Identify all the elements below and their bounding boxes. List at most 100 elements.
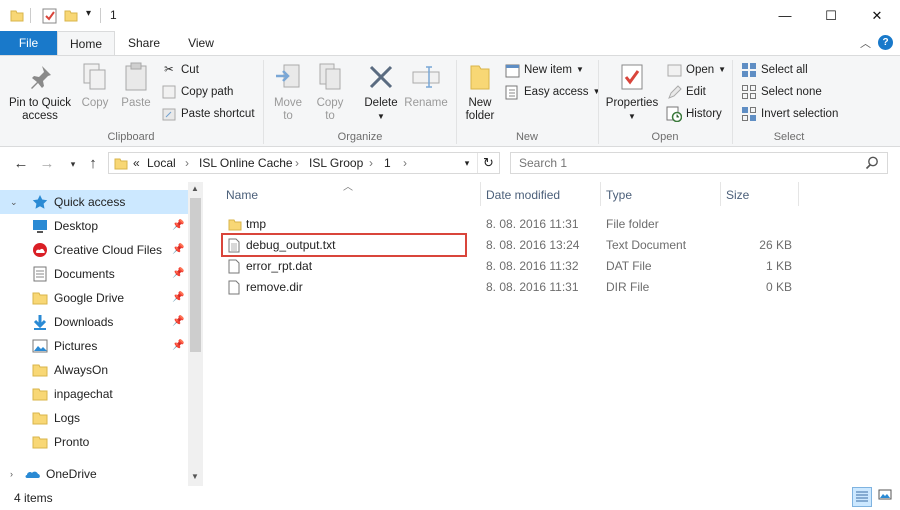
copy-path-button[interactable]: Copy path <box>160 82 233 102</box>
help-icon[interactable]: ? <box>878 35 893 50</box>
sidebar-item-documents[interactable]: Documents 📌 <box>0 262 188 286</box>
cut-button[interactable]: ✂ Cut <box>160 60 199 80</box>
paste-label: Paste <box>121 97 151 109</box>
search-input[interactable] <box>517 155 847 171</box>
up-icon[interactable]: ↑ <box>82 154 104 174</box>
pin-icon[interactable]: 📌 <box>172 286 184 310</box>
chevron-up-icon[interactable]: ︿ <box>860 35 871 51</box>
new-folder-icon[interactable] <box>64 8 78 25</box>
breadcrumb-separator[interactable]: › <box>295 156 299 170</box>
sidebar-scrollbar[interactable]: ▲ ▼ <box>188 182 203 486</box>
breadcrumb-separator[interactable]: › <box>403 156 407 170</box>
properties-button[interactable]: Properties ▼ <box>602 60 662 123</box>
maximize-button[interactable]: ☐ <box>808 0 854 31</box>
pin-icon[interactable]: 📌 <box>172 310 184 334</box>
breadcrumb[interactable]: ISL Online Cache <box>199 156 293 170</box>
breadcrumb[interactable]: 1 <box>384 156 391 170</box>
pin-icon[interactable]: 📌 <box>172 334 184 358</box>
new-item-button[interactable]: New item ▼ <box>503 60 584 80</box>
pin-icon[interactable]: 📌 <box>172 238 184 262</box>
chevron-right-icon[interactable]: › <box>10 462 13 486</box>
customize-toolbar-icon[interactable]: ▾ <box>86 8 91 19</box>
breadcrumb[interactable]: ISL Groop <box>309 156 363 170</box>
breadcrumb-separator[interactable]: › <box>185 156 189 170</box>
scroll-down-icon[interactable]: ▼ <box>191 472 199 481</box>
file-row[interactable]: remove.dir 8. 08. 2016 11:31 DIR File 0 … <box>222 277 822 298</box>
close-button[interactable]: ✕ <box>854 0 900 31</box>
sidebar-item-logs[interactable]: Logs <box>0 406 188 430</box>
select-none-button[interactable]: Select none <box>740 82 822 102</box>
sidebar-item-downloads[interactable]: Downloads 📌 <box>0 310 188 334</box>
back-icon[interactable]: ← <box>10 154 32 174</box>
sort-ascending-icon: ︿ <box>343 182 353 193</box>
copy-to-button[interactable]: Copy to <box>310 60 350 123</box>
scrollbar-thumb[interactable] <box>190 198 201 352</box>
copy-button[interactable]: Copy <box>76 60 114 110</box>
minimize-button[interactable]: — <box>762 0 808 31</box>
sidebar-item-label: Quick access <box>54 195 126 209</box>
divider[interactable] <box>720 182 721 206</box>
sidebar-item-alwayson[interactable]: AlwaysOn <box>0 358 188 382</box>
address-bar[interactable]: « Local › ISL Online Cache › ISL Groop ›… <box>108 152 500 174</box>
pin-icon <box>4 60 76 94</box>
paste-shortcut-label: Paste shortcut <box>181 108 255 120</box>
sidebar-item-pictures[interactable]: Pictures 📌 <box>0 334 188 358</box>
paste-button[interactable]: Paste <box>116 60 156 110</box>
move-to-button[interactable]: Move to <box>268 60 308 123</box>
highlight-box <box>221 233 467 257</box>
move-to-label-line1: Move <box>273 97 303 109</box>
refresh-icon[interactable]: ↻ <box>477 153 499 173</box>
tab-file[interactable]: File <box>0 31 57 56</box>
sidebar-item-inpagechat[interactable]: inpagechat <box>0 382 188 406</box>
file-row[interactable]: tmp 8. 08. 2016 11:31 File folder <box>222 214 822 235</box>
search-icon[interactable] <box>865 156 879 173</box>
address-overflow[interactable]: « <box>133 156 140 170</box>
divider[interactable] <box>798 182 799 206</box>
invert-selection-button[interactable]: Invert selection <box>740 104 838 124</box>
search-box[interactable] <box>510 152 888 174</box>
sidebar-item-pronto[interactable]: Pronto <box>0 430 188 454</box>
delete-button[interactable]: Delete ▼ <box>360 60 402 123</box>
recent-locations-icon[interactable]: ▾ <box>62 154 84 174</box>
tab-home[interactable]: Home <box>57 31 115 56</box>
divider[interactable] <box>600 182 601 206</box>
open-button[interactable]: Open ▼ <box>665 60 726 80</box>
sidebar-item-desktop[interactable]: Desktop 📌 <box>0 214 188 238</box>
divider[interactable] <box>480 182 481 206</box>
tab-share[interactable]: Share <box>122 31 166 56</box>
edit-button[interactable]: Edit <box>665 82 706 102</box>
sidebar-item-onedrive[interactable]: › OneDrive <box>0 462 188 486</box>
address-history-icon[interactable]: ▾ <box>457 153 477 173</box>
forward-icon[interactable]: → <box>36 154 58 174</box>
sidebar-item-creative-cloud-files[interactable]: Creative Cloud Files 📌 <box>0 238 188 262</box>
history-button[interactable]: History <box>665 104 722 124</box>
pin-icon[interactable]: 📌 <box>172 214 184 238</box>
large-icons-view-icon[interactable] <box>876 487 896 507</box>
file-icon <box>228 280 240 298</box>
tab-view[interactable]: View <box>180 31 222 56</box>
column-header-date[interactable]: Date modified <box>486 188 560 202</box>
column-header-name[interactable]: Name <box>226 188 258 202</box>
breadcrumb[interactable]: Local <box>147 156 176 170</box>
pin-to-quick-access-button[interactable]: Pin to Quick access <box>4 60 76 123</box>
sidebar-item-quick-access[interactable]: ⌄ Quick access <box>0 190 188 214</box>
scroll-up-icon[interactable]: ▲ <box>191 184 199 193</box>
easy-access-button[interactable]: Easy access ▼ <box>503 82 600 102</box>
breadcrumb-separator[interactable]: › <box>369 156 373 170</box>
details-view-icon[interactable] <box>852 487 872 507</box>
file-row[interactable]: error_rpt.dat 8. 08. 2016 11:32 DAT File… <box>222 256 822 277</box>
copy-label: Copy <box>81 97 109 109</box>
properties-icon[interactable] <box>42 8 58 27</box>
pin-icon[interactable]: 📌 <box>172 262 184 286</box>
sidebar-item-google-drive[interactable]: Google Drive 📌 <box>0 286 188 310</box>
chevron-down-icon[interactable]: ⌄ <box>10 190 18 214</box>
column-header-size[interactable]: Size <box>726 188 749 202</box>
sidebar-item-label: Creative Cloud Files <box>54 243 163 257</box>
rename-button[interactable]: Rename <box>402 60 450 110</box>
organize-group-label: Organize <box>337 131 383 143</box>
paste-shortcut-button[interactable]: Paste shortcut <box>160 104 255 124</box>
scissors-icon: ✂ <box>164 64 174 76</box>
select-all-button[interactable]: Select all <box>740 60 808 80</box>
column-header-type[interactable]: Type <box>606 188 632 202</box>
new-folder-button[interactable]: New folder <box>460 60 500 123</box>
